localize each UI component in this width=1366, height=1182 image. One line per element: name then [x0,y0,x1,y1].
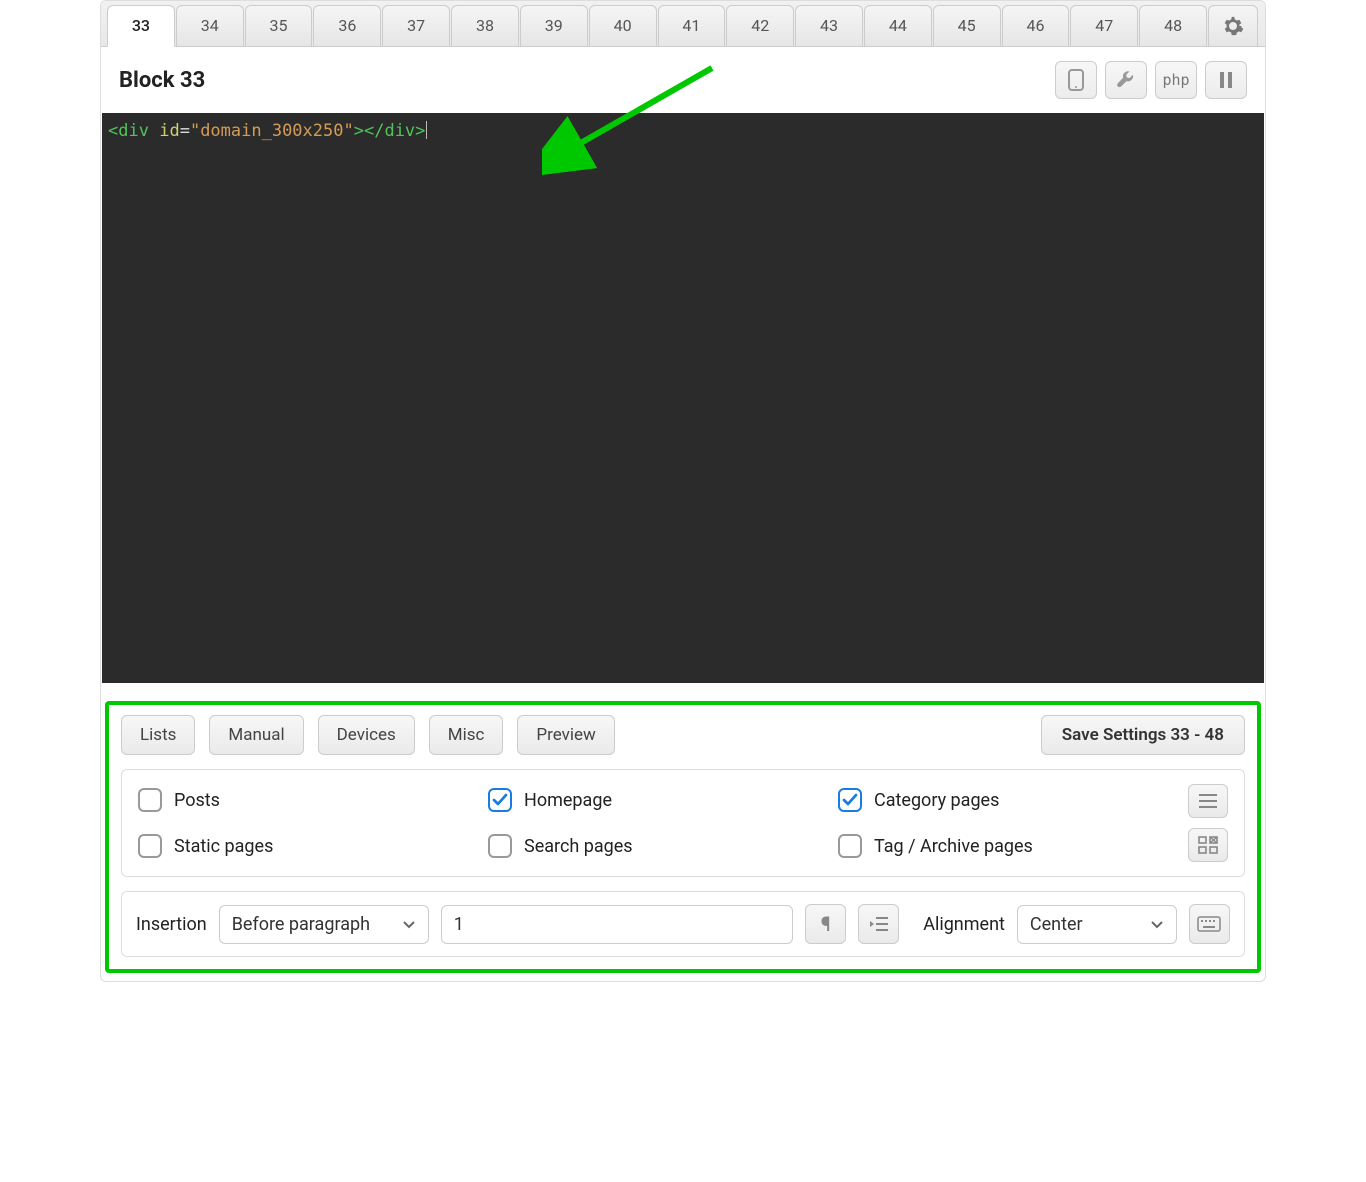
pilcrow-icon: ¶ [821,912,831,936]
placement-panel: Posts Homepage Category pages [121,769,1245,877]
tab-42[interactable]: 42 [726,5,794,46]
tab-bar: 33343536373839404142434445464748 [101,1,1265,47]
block-title: Block 33 [119,68,205,93]
tab-48[interactable]: 48 [1139,5,1207,46]
tab-35[interactable]: 35 [245,5,313,46]
tag-archive-checkbox[interactable] [838,834,862,858]
preview-button[interactable]: Preview [517,715,614,755]
devices-button[interactable]: Devices [318,715,415,755]
insertion-label: Insertion [136,914,207,935]
search-pages-label: Search pages [524,836,633,857]
tab-38[interactable]: 38 [451,5,519,46]
homepage-checkbox[interactable] [488,788,512,812]
tab-40[interactable]: 40 [589,5,657,46]
alignment-label: Alignment [923,914,1005,935]
insertion-select-value: Before paragraph [232,914,370,935]
category-pages-checkbox[interactable] [838,788,862,812]
code-tag: div [118,121,149,141]
keyboard-button[interactable] [1189,904,1230,944]
static-pages-checkbox[interactable] [138,834,162,858]
code-editor[interactable]: <div id="domain_300x250"></div> [102,113,1264,683]
tab-34[interactable]: 34 [176,5,244,46]
static-pages-label: Static pages [174,836,273,857]
options-zone: Lists Manual Devices Misc Preview Save S… [105,701,1261,973]
tab-36[interactable]: 36 [313,5,381,46]
grid-style-button[interactable] [1188,828,1228,862]
alignment-select[interactable]: Center [1017,905,1177,944]
tab-37[interactable]: 37 [382,5,450,46]
list-style-button[interactable] [1188,784,1228,818]
pause-button[interactable] [1205,61,1247,99]
chevron-down-icon [1150,914,1164,935]
gear-icon [1223,16,1243,36]
tab-43[interactable]: 43 [795,5,863,46]
code-bracket: < [108,121,118,141]
code-string: "domain_300x250" [190,121,354,141]
tab-47[interactable]: 47 [1070,5,1138,46]
cursor-caret [426,121,427,139]
homepage-label: Homepage [524,790,612,811]
insertion-panel: Insertion Before paragraph 1 ¶ Alignment… [121,891,1245,957]
tab-33[interactable]: 33 [107,5,175,47]
indent-list-button[interactable] [858,904,899,944]
wrench-button[interactable] [1105,61,1147,99]
php-button[interactable]: php [1155,61,1197,99]
tab-46[interactable]: 46 [1002,5,1070,46]
tab-45[interactable]: 45 [933,5,1001,46]
lists-button[interactable]: Lists [121,715,195,755]
posts-label: Posts [174,790,220,811]
alignment-select-value: Center [1030,914,1083,935]
settings-tab[interactable] [1208,5,1258,46]
paragraph-number-input[interactable]: 1 [441,905,793,944]
tab-39[interactable]: 39 [520,5,588,46]
tab-44[interactable]: 44 [864,5,932,46]
misc-button[interactable]: Misc [429,715,504,755]
tag-archive-label: Tag / Archive pages [874,836,1033,857]
insertion-select[interactable]: Before paragraph [219,905,429,944]
device-button[interactable] [1055,61,1097,99]
posts-checkbox[interactable] [138,788,162,812]
search-pages-checkbox[interactable] [488,834,512,858]
pilcrow-button[interactable]: ¶ [805,904,846,944]
tab-41[interactable]: 41 [658,5,726,46]
category-pages-label: Category pages [874,790,999,811]
chevron-down-icon [402,914,416,935]
code-attr: id [159,121,179,141]
save-settings-button[interactable]: Save Settings 33 - 48 [1041,715,1245,755]
manual-button[interactable]: Manual [209,715,303,755]
